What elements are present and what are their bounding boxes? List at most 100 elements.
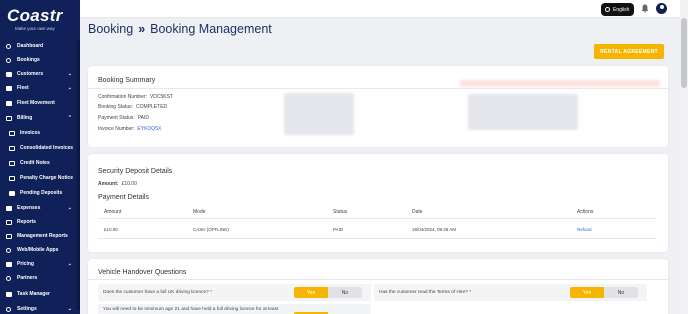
sidebar-item-label: Consolidated Invoices xyxy=(20,145,74,151)
invoice-label: Invoice Number: xyxy=(98,126,135,132)
expenses-icon xyxy=(5,205,12,211)
sidebar-item-settings[interactable]: Settings ⌄ xyxy=(0,302,80,314)
chevron-down-icon: ⌄ xyxy=(67,205,72,211)
sidebar-item-partners[interactable]: Partners xyxy=(0,271,80,285)
invoice-link[interactable]: EYKOQ5X xyxy=(137,126,161,132)
sidebar-item-pending-deposits[interactable]: Pending Deposits xyxy=(0,186,80,200)
terms-yes-button[interactable]: Yes xyxy=(570,287,604,298)
invoice-icon xyxy=(8,130,15,136)
sidebar-item-web-mobile-apps[interactable]: Web/Mobile Apps xyxy=(0,243,80,257)
sidebar-item-label: Management Reports xyxy=(17,233,68,239)
sidebar-item-fleet[interactable]: Fleet ⌄ xyxy=(0,81,80,95)
sidebar-item-customers[interactable]: Customers ⌄ xyxy=(0,67,80,81)
sidebar-item-fleet-movement[interactable]: Fleet Movement xyxy=(0,96,80,110)
sidebar-item-label: Partners xyxy=(17,275,38,281)
sidebar-item-label: Expenses xyxy=(17,205,41,211)
confirmation-number: Confirmation Number: VDC5KST xyxy=(98,94,173,100)
sidebar-item-billing[interactable]: Billing ⌃ xyxy=(0,111,80,125)
confirmation-value: VDC5KST xyxy=(149,94,173,100)
sidebar-item-penalty-charge-notice[interactable]: Penalty Charge Notice xyxy=(0,171,80,185)
rental-agreement-button[interactable]: RENTAL AGREEMENT xyxy=(594,44,664,59)
uk-licence-yes-button[interactable]: Yes xyxy=(294,287,328,298)
sidebar-item-label: Credit Notes xyxy=(20,160,50,166)
credit-note-icon xyxy=(8,160,15,166)
brand-logo[interactable]: Coastr Make your own way xyxy=(0,0,80,38)
chevron-up-icon: ⌃ xyxy=(67,115,72,121)
divider xyxy=(88,88,668,89)
sidebar-item-invoices[interactable]: Invoices xyxy=(0,126,80,140)
sidebar-item-label: Web/Mobile Apps xyxy=(17,247,59,253)
booking-status-label: Booking Status: xyxy=(98,104,134,110)
car-icon xyxy=(5,85,12,91)
deposit-amount: Amount: £10.00 xyxy=(98,181,137,187)
breadcrumb-booking[interactable]: Booking xyxy=(88,22,133,36)
sidebar-item-label: Dashboard xyxy=(17,43,44,49)
sidebar-item-expenses[interactable]: Expenses ⌄ xyxy=(0,201,80,215)
sidebar-item-management-reports[interactable]: Management Reports xyxy=(0,229,80,243)
question-minimum-age-text: You will need to be minimum age 21 and h… xyxy=(103,307,279,312)
bell-icon[interactable] xyxy=(641,4,649,13)
sidebar-item-task-manager[interactable]: Task Manager xyxy=(0,287,80,301)
table-divider xyxy=(98,238,656,239)
invoice-icon xyxy=(8,145,15,151)
sidebar-item-label: Pricing xyxy=(17,261,34,267)
chevron-down-icon: ⌄ xyxy=(67,261,72,267)
scrollbar-thumb[interactable] xyxy=(681,18,687,88)
uk-licence-no-button[interactable]: No xyxy=(328,287,362,298)
column-header-actions: Actions xyxy=(577,209,594,215)
handover-title: Vehicle Handover Questions xyxy=(98,269,187,276)
redacted-customer-info xyxy=(284,93,354,135)
billing-icon xyxy=(5,115,12,121)
sidebar-item-label: Invoices xyxy=(20,130,41,136)
management-reports-icon xyxy=(5,233,12,239)
sidebar-item-label: Pending Deposits xyxy=(20,190,63,196)
sidebar-item-credit-notes[interactable]: Credit Notes xyxy=(0,156,80,170)
row-date: 16/04/2024, 09:48 AM xyxy=(412,227,457,232)
dashboard-icon xyxy=(5,43,12,49)
sidebar-item-dashboard[interactable]: Dashboard xyxy=(0,39,80,53)
vehicle-handover-card: Vehicle Handover Questions Does the cust… xyxy=(88,259,668,314)
breadcrumb-separator: » xyxy=(138,22,146,36)
page-scrollbar[interactable] xyxy=(680,0,688,314)
booking-status-value: COMPLETED xyxy=(136,104,168,110)
sidebar-scrollbar[interactable] xyxy=(77,40,80,310)
sidebar-item-label: Customers xyxy=(17,71,44,77)
pricing-icon xyxy=(5,261,12,267)
user-avatar-icon[interactable] xyxy=(656,3,667,14)
divider xyxy=(88,279,668,280)
chevron-down-icon: ⌄ xyxy=(67,306,72,312)
deposit-icon xyxy=(8,190,15,196)
sidebar-item-consolidated-invoices[interactable]: Consolidated Invoices xyxy=(0,141,80,155)
sidebar-item-pricing[interactable]: Pricing ⌄ xyxy=(0,257,80,271)
bookings-icon xyxy=(5,57,12,63)
terms-no-button[interactable]: No xyxy=(604,287,638,298)
sidebar-item-label: Penalty Charge Notice xyxy=(20,175,74,181)
language-button[interactable]: English xyxy=(601,3,634,16)
row-mode: CASH (OFFLINE) xyxy=(193,227,229,232)
sidebar-item-label: Billing xyxy=(17,115,33,121)
gear-icon xyxy=(5,306,12,312)
column-header-status: Status xyxy=(333,209,348,215)
sidebar-item-label: Fleet Movement xyxy=(17,100,55,106)
language-label: English xyxy=(613,6,630,13)
logo-tagline: Make your own way xyxy=(15,26,55,31)
column-header-amount: Amount xyxy=(104,209,122,215)
sidebar-item-bookings[interactable]: Bookings xyxy=(0,53,80,67)
globe-icon xyxy=(5,247,12,253)
refund-link[interactable]: Refund xyxy=(577,227,592,232)
payment-status: Payment Status: PAID xyxy=(98,115,149,121)
security-deposit-card: Security Deposit Details Amount: £10.00 P… xyxy=(88,154,668,252)
top-bar: English xyxy=(80,0,688,18)
column-header-date: Date xyxy=(412,209,423,215)
row-amount: £10.00 xyxy=(104,227,118,232)
column-header-mode: Mode xyxy=(193,209,206,215)
question-minimum-age: You will need to be minimum age 21 and h… xyxy=(98,304,371,314)
booking-summary-title: Booking Summary xyxy=(98,77,156,84)
sidebar-item-label: Fleet xyxy=(17,85,29,91)
redacted-vehicle-info xyxy=(468,94,578,130)
sidebar-item-reports[interactable]: Reports xyxy=(0,215,80,229)
chevron-down-icon: ⌄ xyxy=(67,71,72,77)
question-uk-licence-text: Does the customer have a full UK driving… xyxy=(103,290,213,295)
payment-status-label: Payment Status: xyxy=(98,115,135,121)
fleet-movement-icon xyxy=(5,100,12,106)
